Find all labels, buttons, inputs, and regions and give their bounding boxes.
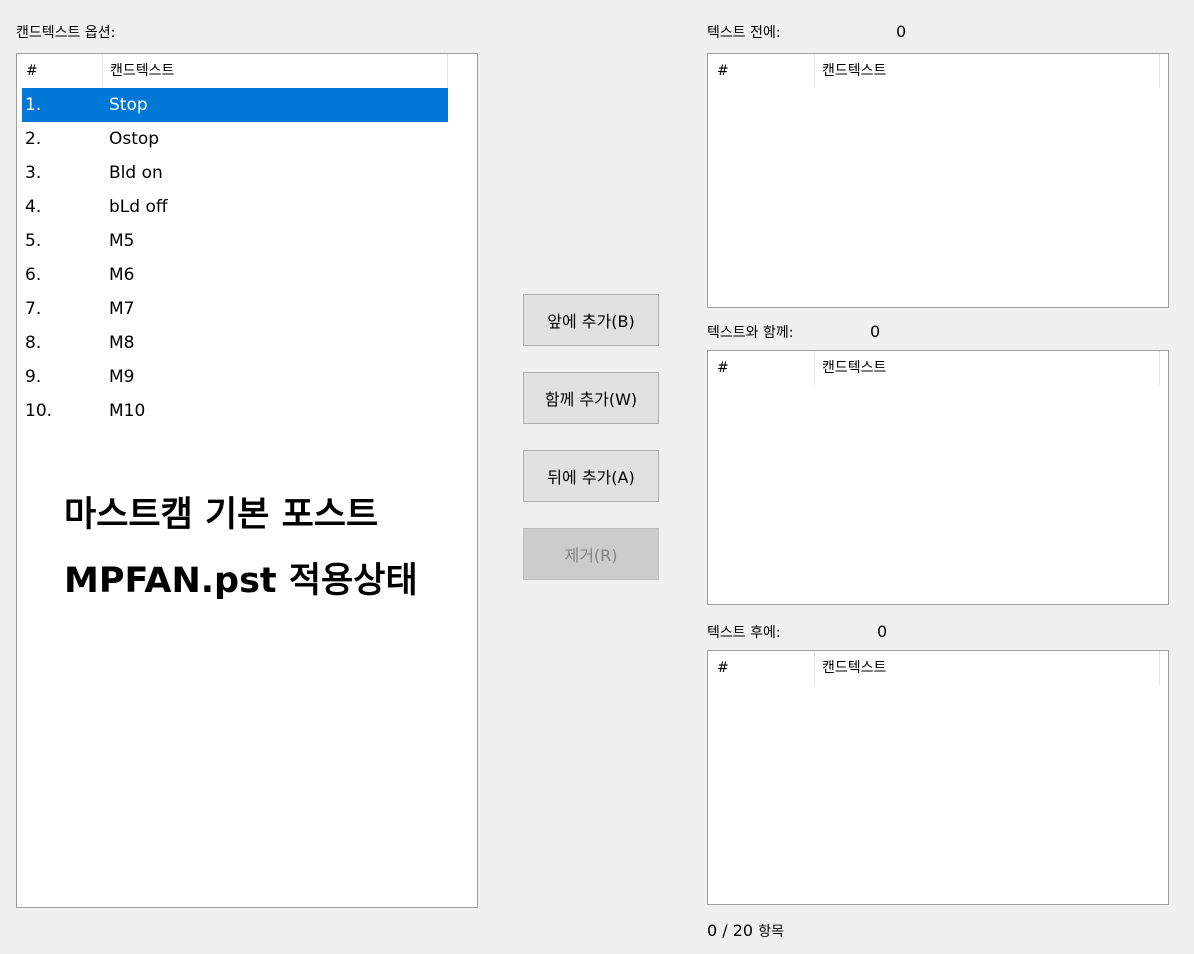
after-count: 0: [877, 622, 888, 641]
list-item[interactable]: 5. M5: [22, 224, 448, 258]
column-header-text[interactable]: 캔드텍스트: [822, 651, 886, 685]
add-before-button[interactable]: 앞에 추가(B): [523, 294, 659, 346]
add-with-button[interactable]: 함께 추가(W): [523, 372, 659, 424]
list-item-text: M9: [109, 367, 135, 387]
with-label: 텍스트와 함께:: [707, 325, 794, 341]
with-list[interactable]: # 캔드텍스트: [707, 350, 1169, 605]
column-header-num[interactable]: #: [26, 54, 38, 88]
before-list-header: # 캔드텍스트: [708, 54, 1168, 88]
before-label: 텍스트 전에:: [707, 25, 781, 41]
list-item[interactable]: 1. Stop: [22, 88, 448, 122]
list-item-number: 8.: [25, 333, 42, 353]
item-count: 0 / 20 항목: [707, 921, 784, 941]
list-item-number: 9.: [25, 367, 42, 387]
with-count: 0: [870, 322, 881, 341]
column-header-text[interactable]: 캔드텍스트: [822, 351, 886, 385]
options-list[interactable]: # 캔드텍스트 1. Stop 2. Ostop 3. Bld on 4. bLd off 5.…: [16, 53, 478, 908]
overlay-line-1: 마스트캠 기본 포스트: [64, 495, 379, 535]
list-item[interactable]: 3. Bld on: [22, 156, 448, 190]
column-header-num[interactable]: #: [717, 651, 729, 685]
overlay-line-2: MPFAN.pst 적용상태: [64, 561, 418, 601]
remove-button[interactable]: 제거(R): [523, 528, 659, 580]
list-item-text: Ostop: [109, 129, 160, 149]
list-item-number: 6.: [25, 265, 42, 285]
list-item-text: M6: [109, 265, 135, 285]
column-divider[interactable]: [102, 54, 103, 88]
list-item-number: 2.: [25, 129, 42, 149]
column-header-num[interactable]: #: [717, 54, 729, 88]
item-count-value: 0 / 20: [707, 921, 754, 940]
column-divider[interactable]: [1159, 651, 1160, 685]
list-item-text: M7: [109, 299, 135, 319]
list-item[interactable]: 9. M9: [22, 360, 448, 394]
list-item[interactable]: 7. M7: [22, 292, 448, 326]
list-item-number: 10.: [25, 401, 53, 421]
list-item[interactable]: 8. M8: [22, 326, 448, 360]
list-item-number: 5.: [25, 231, 42, 251]
list-item-text: M5: [109, 231, 135, 251]
list-item-number: 1.: [25, 95, 42, 115]
before-list[interactable]: # 캔드텍스트: [707, 53, 1169, 308]
column-header-num[interactable]: #: [717, 351, 729, 385]
after-label: 텍스트 후에:: [707, 625, 781, 641]
add-after-button[interactable]: 뒤에 추가(A): [523, 450, 659, 502]
list-item[interactable]: 2. Ostop: [22, 122, 448, 156]
list-item-number: 4.: [25, 197, 42, 217]
list-item[interactable]: 10. M10: [22, 394, 448, 428]
after-list[interactable]: # 캔드텍스트: [707, 650, 1169, 905]
list-item[interactable]: 6. M6: [22, 258, 448, 292]
options-list-header: # 캔드텍스트: [17, 54, 477, 88]
column-divider[interactable]: [814, 651, 815, 685]
list-item-text: M10: [109, 401, 146, 421]
column-divider[interactable]: [1159, 54, 1160, 88]
column-divider[interactable]: [814, 351, 815, 385]
column-header-text[interactable]: 캔드텍스트: [822, 54, 886, 88]
list-item-text: Bld on: [109, 163, 163, 183]
options-label: 캔드텍스트 옵션:: [16, 25, 116, 41]
list-item[interactable]: 4. bLd off: [22, 190, 448, 224]
item-count-unit: 항목: [758, 924, 784, 940]
list-item-text: Stop: [109, 95, 148, 115]
list-item-text: M8: [109, 333, 135, 353]
column-divider[interactable]: [447, 54, 448, 88]
before-count: 0: [896, 22, 907, 41]
with-list-header: # 캔드텍스트: [708, 351, 1168, 385]
column-divider[interactable]: [1159, 351, 1160, 385]
list-item-text: bLd off: [109, 197, 168, 217]
list-item-number: 7.: [25, 299, 42, 319]
after-list-header: # 캔드텍스트: [708, 651, 1168, 685]
column-divider[interactable]: [814, 54, 815, 88]
list-item-number: 3.: [25, 163, 42, 183]
column-header-text[interactable]: 캔드텍스트: [110, 54, 174, 88]
